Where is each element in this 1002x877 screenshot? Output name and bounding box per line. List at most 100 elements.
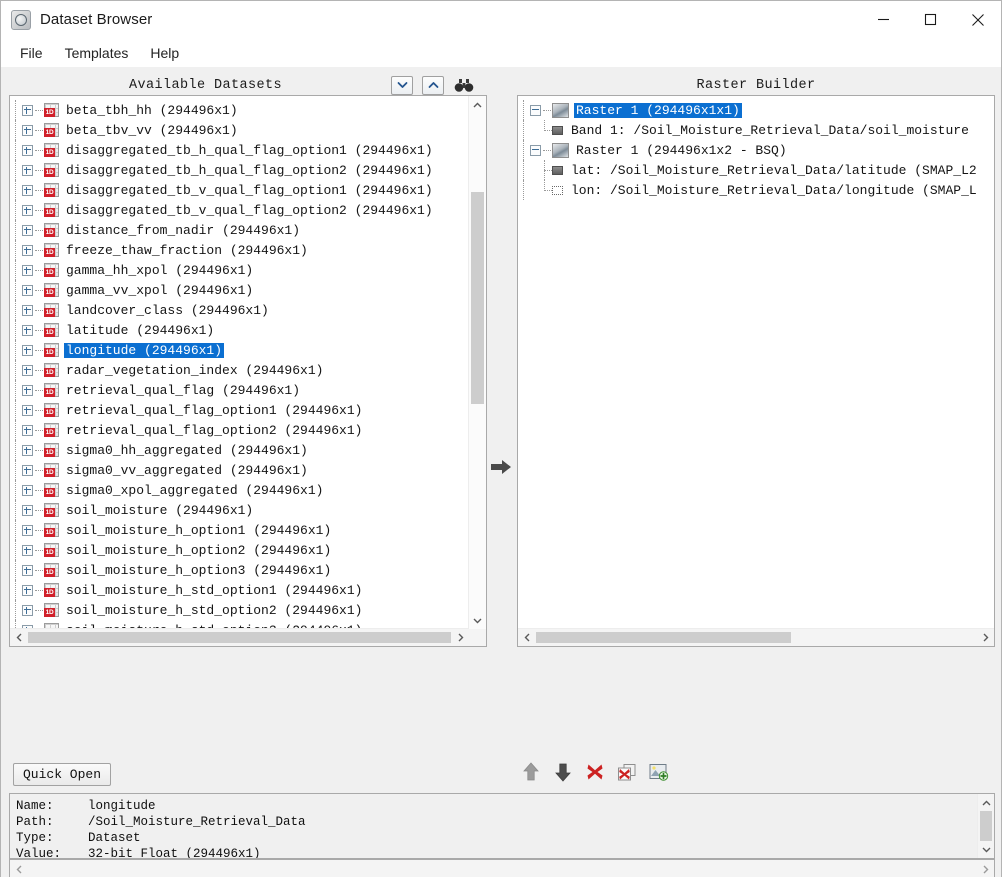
menu-item-help[interactable]: Help [141, 42, 188, 64]
scroll-left-arrow[interactable] [10, 629, 27, 646]
available-tree-hthumb[interactable] [28, 632, 451, 643]
raster-tree-item[interactable]: Raster 1 (294496x1x2 - BSQ) [518, 140, 994, 160]
expand-plus-icon[interactable] [22, 424, 33, 436]
dataset-tree-item[interactable]: soil_moisture_h_std_option1 (294496x1) [10, 580, 469, 600]
expand-plus-icon[interactable] [22, 164, 33, 176]
expand-plus-icon[interactable] [22, 304, 33, 316]
expand-plus-icon[interactable] [22, 324, 33, 336]
binoculars-icon[interactable] [453, 76, 475, 94]
expand-plus-icon[interactable] [22, 184, 33, 196]
dataset-tree-item[interactable]: radar_vegetation_index (294496x1) [10, 360, 469, 380]
raster-tree-hscrollbar[interactable] [518, 628, 994, 646]
move-up-icon[interactable] [520, 761, 542, 783]
dataset-tree-item[interactable]: retrieval_qual_flag_option1 (294496x1) [10, 400, 469, 420]
available-tree-vscrollbar[interactable] [468, 96, 486, 629]
scroll-up-arrow[interactable] [469, 96, 486, 113]
dataset-tree-item[interactable]: longitude (294496x1) [10, 340, 469, 360]
expand-plus-icon[interactable] [22, 284, 33, 296]
band-tree-item[interactable]: Band 1: /Soil_Moisture_Retrieval_Data/so… [518, 120, 994, 140]
available-datasets-tree[interactable]: beta_tbh_hh (294496x1) beta_tbv_vv (29449… [9, 95, 487, 647]
dataset-tree-item[interactable]: sigma0_hh_aggregated (294496x1) [10, 440, 469, 460]
raster-scroll-right-arrow[interactable] [977, 629, 994, 646]
dataset-tree-item[interactable]: soil_moisture_h_option2 (294496x1) [10, 540, 469, 560]
arrow-right-icon[interactable] [489, 455, 513, 479]
dataset-tree-item[interactable]: distance_from_nadir (294496x1) [10, 220, 469, 240]
chevron-down-icon[interactable] [391, 75, 413, 95]
dataset-tree-item[interactable]: disaggregated_tb_h_qual_flag_option1 (29… [10, 140, 469, 160]
info-scroll-left-arrow[interactable] [10, 861, 27, 877]
close-icon[interactable] [954, 1, 1001, 38]
maximize-icon[interactable] [907, 1, 954, 38]
dataset-tree-item[interactable]: beta_tbh_hh (294496x1) [10, 100, 469, 120]
dataset-tree-item[interactable]: disaggregated_tb_v_qual_flag_option1 (29… [10, 180, 469, 200]
expand-plus-icon[interactable] [22, 244, 33, 256]
raster-builder-tree[interactable]: Raster 1 (294496x1x1) Band 1: /Soil_Moist… [517, 95, 995, 647]
tree-guide [10, 180, 22, 200]
dataset-tree-item[interactable]: retrieval_qual_flag (294496x1) [10, 380, 469, 400]
expand-plus-icon[interactable] [22, 204, 33, 216]
expand-plus-icon[interactable] [22, 104, 33, 116]
chevron-up-icon[interactable] [422, 75, 444, 95]
menu-item-templates[interactable]: Templates [56, 42, 138, 64]
band-icon [552, 185, 563, 195]
dataset-tree-item[interactable]: disaggregated_tb_v_qual_flag_option2 (29… [10, 200, 469, 220]
dataset-tree-item[interactable]: sigma0_vv_aggregated (294496x1) [10, 460, 469, 480]
expand-plus-icon[interactable] [22, 604, 33, 616]
expand-plus-icon[interactable] [22, 584, 33, 596]
expand-plus-icon[interactable] [22, 504, 33, 516]
scroll-right-arrow[interactable] [452, 629, 469, 646]
collapse-minus-icon[interactable] [530, 104, 541, 116]
dataset-tree-item[interactable]: gamma_vv_xpol (294496x1) [10, 280, 469, 300]
expand-plus-icon[interactable] [22, 384, 33, 396]
dataset-tree-item[interactable]: freeze_thaw_fraction (294496x1) [10, 240, 469, 260]
info-scroll-up-arrow[interactable] [978, 794, 994, 811]
dataset-tree-item[interactable]: sigma0_xpol_aggregated (294496x1) [10, 480, 469, 500]
dataset-tree-item[interactable]: soil_moisture_h_option1 (294496x1) [10, 520, 469, 540]
dataset-item-label: sigma0_hh_aggregated (294496x1) [66, 442, 308, 458]
expand-plus-icon[interactable] [22, 124, 33, 136]
expand-plus-icon[interactable] [22, 464, 33, 476]
expand-plus-icon[interactable] [22, 404, 33, 416]
band-tree-item[interactable]: lat: /Soil_Moisture_Retrieval_Data/latit… [518, 160, 994, 180]
raster-tree-item[interactable]: Raster 1 (294496x1x1) [518, 100, 994, 120]
dataset-tree-item[interactable]: soil_moisture (294496x1) [10, 500, 469, 520]
minimize-icon[interactable] [860, 1, 907, 38]
available-tree-vthumb[interactable] [471, 192, 484, 404]
available-tree-hscrollbar[interactable] [10, 628, 469, 646]
expand-plus-icon[interactable] [22, 444, 33, 456]
menu-item-file[interactable]: File [11, 42, 52, 64]
expand-plus-icon[interactable] [22, 564, 33, 576]
info-scroll-right-arrow[interactable] [977, 861, 994, 877]
raster-tree-hthumb[interactable] [536, 632, 791, 643]
dataset-tree-item[interactable]: soil_moisture_h_option3 (294496x1) [10, 560, 469, 580]
expand-plus-icon[interactable] [22, 484, 33, 496]
info-scroll-down-arrow[interactable] [978, 841, 994, 858]
dataset-tree-item[interactable]: landcover_class (294496x1) [10, 300, 469, 320]
raster-scroll-left-arrow[interactable] [518, 629, 535, 646]
dataset-tree-item[interactable]: disaggregated_tb_h_qual_flag_option2 (29… [10, 160, 469, 180]
dataset-tree-item[interactable]: gamma_hh_xpol (294496x1) [10, 260, 469, 280]
raster-builder-title: Raster Builder [696, 77, 816, 93]
expand-plus-icon[interactable] [22, 224, 33, 236]
remove-all-icon[interactable] [616, 761, 638, 783]
dataset-tree-item[interactable]: latitude (294496x1) [10, 320, 469, 340]
scroll-down-arrow[interactable] [469, 612, 486, 629]
expand-plus-icon[interactable] [22, 364, 33, 376]
expand-plus-icon[interactable] [22, 344, 33, 356]
dataset-tree-item[interactable]: soil_moisture_h_std_option2 (294496x1) [10, 600, 469, 620]
info-hscrollbar[interactable] [9, 859, 995, 877]
info-vthumb[interactable] [980, 811, 992, 841]
remove-icon[interactable] [584, 761, 606, 783]
collapse-minus-icon[interactable] [530, 144, 541, 156]
expand-plus-icon[interactable] [22, 144, 33, 156]
dataset-tree-item[interactable]: retrieval_qual_flag_option2 (294496x1) [10, 420, 469, 440]
expand-plus-icon[interactable] [22, 264, 33, 276]
expand-plus-icon[interactable] [22, 544, 33, 556]
add-raster-icon[interactable] [648, 761, 670, 783]
expand-plus-icon[interactable] [22, 524, 33, 536]
dataset-tree-item[interactable]: beta_tbv_vv (294496x1) [10, 120, 469, 140]
quick-open-button[interactable]: Quick Open [13, 763, 112, 786]
move-down-icon[interactable] [552, 761, 574, 783]
band-tree-item[interactable]: lon: /Soil_Moisture_Retrieval_Data/longi… [518, 180, 994, 200]
info-vscrollbar[interactable] [977, 794, 994, 858]
